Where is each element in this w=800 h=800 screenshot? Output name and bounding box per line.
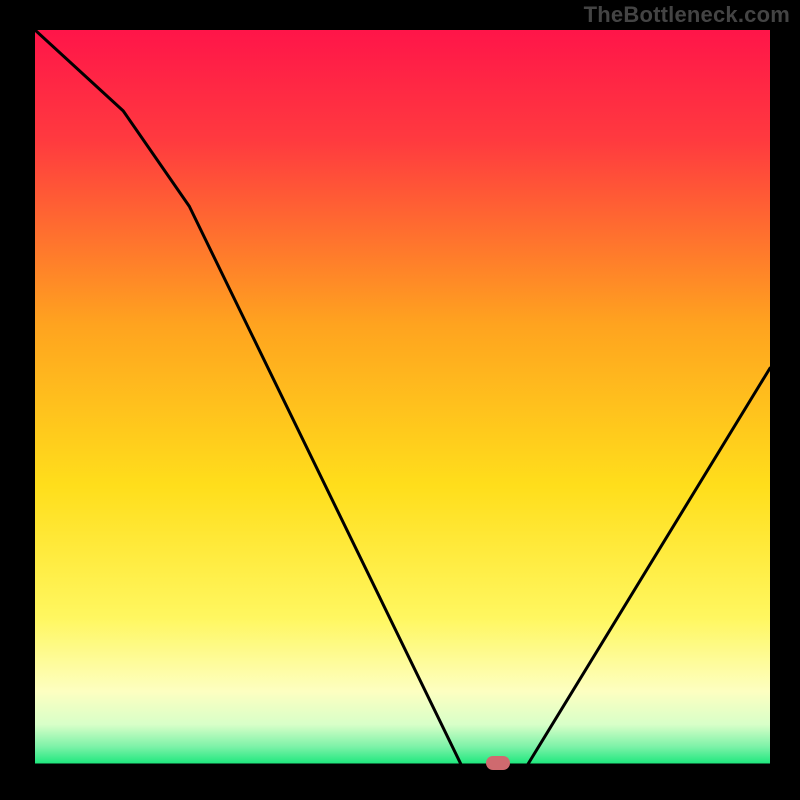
chart-svg — [35, 30, 770, 765]
chart-frame: TheBottleneck.com — [0, 0, 800, 800]
watermark-text: TheBottleneck.com — [584, 2, 790, 28]
sweet-spot-marker — [486, 756, 510, 770]
plot-area — [35, 30, 770, 765]
